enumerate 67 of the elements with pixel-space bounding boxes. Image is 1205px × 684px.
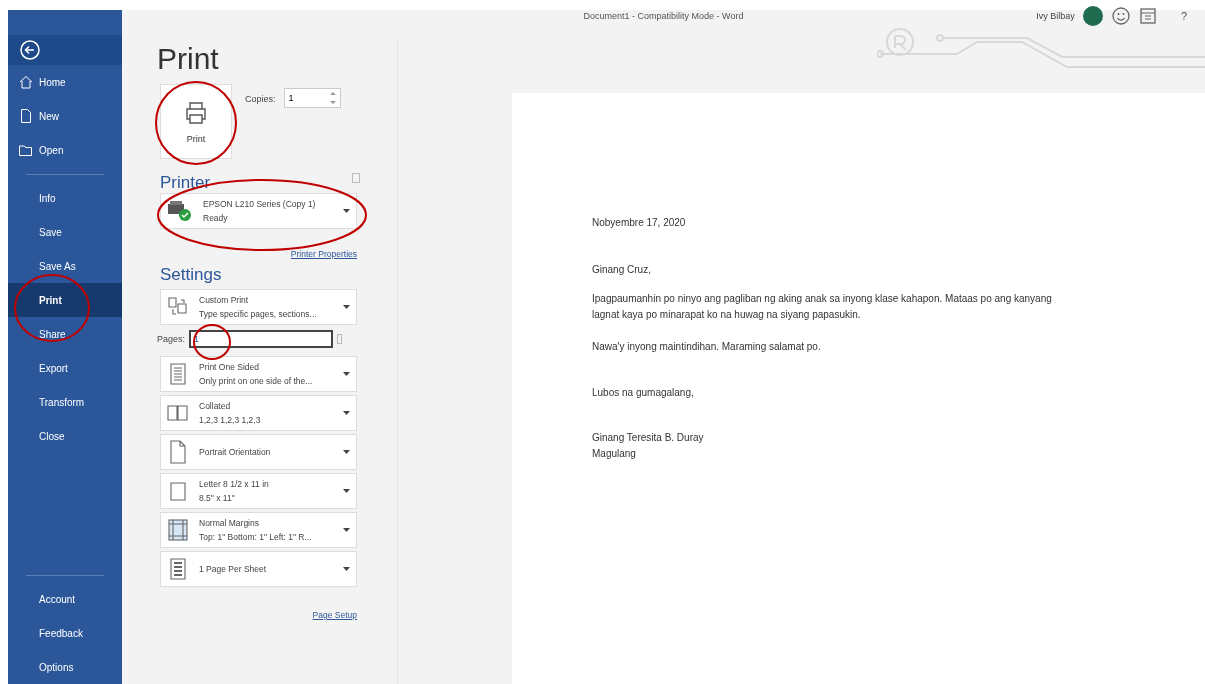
printer-icon — [183, 99, 209, 126]
letter-text: Ipagpaumanhin po ninyo ang pagliban ng aking anak sa inyong klase kahapon. Mataas po ang kanyang — [592, 292, 1053, 306]
sidebar-item[interactable]: Feedback — [8, 616, 122, 650]
letter-text: Nobyembre 17, 2020 — [592, 216, 687, 230]
caret-icon — [343, 567, 350, 571]
help-button[interactable]: ? — [1180, 10, 1187, 22]
printer-ready-icon — [167, 200, 193, 222]
printer-dropdown[interactable]: EPSON L210 Series (Copy 1) Ready — [160, 193, 357, 229]
sidebar-item[interactable]: Account — [8, 582, 122, 616]
house-icon — [18, 74, 34, 90]
pages-label: Pages: — [157, 334, 186, 344]
sidebar-item[interactable]: New — [8, 99, 122, 133]
caret-icon — [343, 209, 350, 213]
settings-dropdown[interactable]: Portrait Orientation — [160, 434, 357, 470]
page-setup-link[interactable]: Page Setup — [312, 610, 357, 620]
lined-page-icon — [167, 557, 189, 581]
section-heading: Settings — [160, 265, 223, 285]
letter-text: Nawa'y inyong maintindihan. Maraming salamat po. — [592, 340, 822, 354]
sidebar-item[interactable]: Home — [8, 65, 122, 99]
sidebar-item[interactable]: Transform — [8, 385, 122, 419]
page-icon — [167, 440, 189, 464]
sidebar-item[interactable]: Close — [8, 419, 122, 453]
avatar-icon[interactable] — [1082, 6, 1103, 26]
folder-icon — [18, 142, 34, 158]
letter-text: Lubos na gumagalang, — [592, 386, 695, 400]
settings-dropdown[interactable]: Print One Sided Only print on one side of the... — [160, 356, 357, 392]
sidebar-item[interactable]: Share — [8, 317, 122, 351]
annotation-circle — [193, 324, 231, 360]
window-icon[interactable] — [1138, 7, 1157, 25]
letter-text: Magulang — [592, 447, 637, 461]
page-heading: Print — [157, 42, 220, 76]
section-heading: Printer — [160, 173, 211, 193]
letter-text: Ginang Teresita B. Duray — [592, 431, 705, 445]
caret-icon — [343, 450, 350, 454]
letter-text: lagnat kaya po minarapat ko na huwag na siyang papasukin. — [592, 308, 862, 322]
letter-text: Ginang Cruz, — [592, 263, 652, 277]
sidebar-item[interactable]: Save As — [8, 249, 122, 283]
sidebar-item[interactable]: Export — [8, 351, 122, 385]
spinner-arrows-icon[interactable] — [329, 91, 336, 105]
sidebar-item[interactable]: Open — [8, 133, 122, 167]
sidebar-item[interactable]: Options — [8, 650, 122, 684]
margins-icon — [167, 518, 189, 542]
sidebar-item[interactable]: Save — [8, 215, 122, 249]
user-name: Ivy Bilbay — [1036, 11, 1075, 21]
settings-dropdown[interactable]: 1 Page Per Sheet — [160, 551, 357, 587]
back-button[interactable] — [8, 35, 122, 65]
print-button[interactable]: Print — [160, 84, 232, 159]
caret-icon — [343, 528, 350, 532]
caret-icon — [343, 489, 350, 493]
pages-field[interactable]: 1 — [189, 330, 334, 348]
settings-dropdown[interactable]: Custom Print Type specific pages, sections... — [160, 289, 357, 325]
caret-icon — [343, 411, 350, 415]
sidebar-item[interactable]: Info — [8, 181, 122, 215]
printer-properties-link[interactable]: Printer Properties — [290, 249, 357, 259]
settings-dropdown[interactable]: Letter 8 1/2 x 11 in 8.5" x 11" — [160, 473, 357, 509]
window-title: Document1 - Compatibility Mode - Word — [583, 11, 744, 21]
document-icon — [18, 108, 34, 124]
sidebar-item[interactable]: Print — [8, 283, 122, 317]
lined-page-icon — [167, 362, 189, 386]
settings-dropdown[interactable]: Normal Margins Top: 1" Bottom: 1" Left: 1" R... — [160, 512, 357, 548]
copies-label: Copies: — [245, 94, 276, 104]
settings-dropdown[interactable]: Collated 1,2,3 1,2,3 1,2,3 — [160, 395, 357, 431]
smiley-icon[interactable] — [1110, 6, 1131, 26]
caret-icon — [343, 305, 350, 309]
page-icon — [167, 479, 189, 503]
copies-field[interactable]: 1 — [283, 88, 341, 108]
caret-icon — [343, 372, 350, 376]
